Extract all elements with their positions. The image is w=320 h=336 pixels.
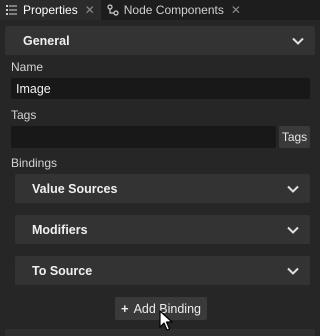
bindings-label: Bindings xyxy=(11,156,58,170)
modifiers-title: Modifiers xyxy=(32,222,88,237)
tags-label: Tags xyxy=(11,108,37,122)
plus-icon: + xyxy=(120,301,129,316)
tags-button[interactable]: Tags xyxy=(279,126,310,148)
general-section-header[interactable]: General xyxy=(5,26,315,55)
mouse-cursor-icon xyxy=(159,310,173,332)
list-icon xyxy=(6,4,18,16)
value-sources-title: Value Sources xyxy=(32,181,118,196)
modifiers-header[interactable]: Modifiers xyxy=(15,215,310,244)
to-source-title: To Source xyxy=(32,263,93,278)
properties-panel: General Name Image Tags Tags Bindings Va… xyxy=(0,20,320,336)
tags-field[interactable] xyxy=(11,126,276,148)
close-icon[interactable]: ✕ xyxy=(85,4,95,16)
chevron-down-icon xyxy=(287,183,299,195)
chevron-down-icon xyxy=(287,265,299,277)
close-icon[interactable]: ✕ xyxy=(231,4,241,16)
name-label: Name xyxy=(11,60,44,74)
tab-node-components-label: Node Components xyxy=(123,3,224,17)
tab-bar: Properties ✕ Node Components ✕ xyxy=(0,0,320,20)
chevron-down-icon xyxy=(287,224,299,236)
value-sources-header[interactable]: Value Sources xyxy=(15,174,310,203)
general-section-title: General xyxy=(23,33,70,48)
tab-properties-label: Properties xyxy=(23,3,78,17)
name-field[interactable]: Image xyxy=(11,78,310,99)
node-components-icon xyxy=(107,4,119,16)
chevron-down-icon xyxy=(292,35,304,47)
to-source-header[interactable]: To Source xyxy=(15,256,310,285)
tab-node-components[interactable]: Node Components ✕ xyxy=(101,0,247,20)
tab-properties[interactable]: Properties ✕ xyxy=(0,0,101,20)
